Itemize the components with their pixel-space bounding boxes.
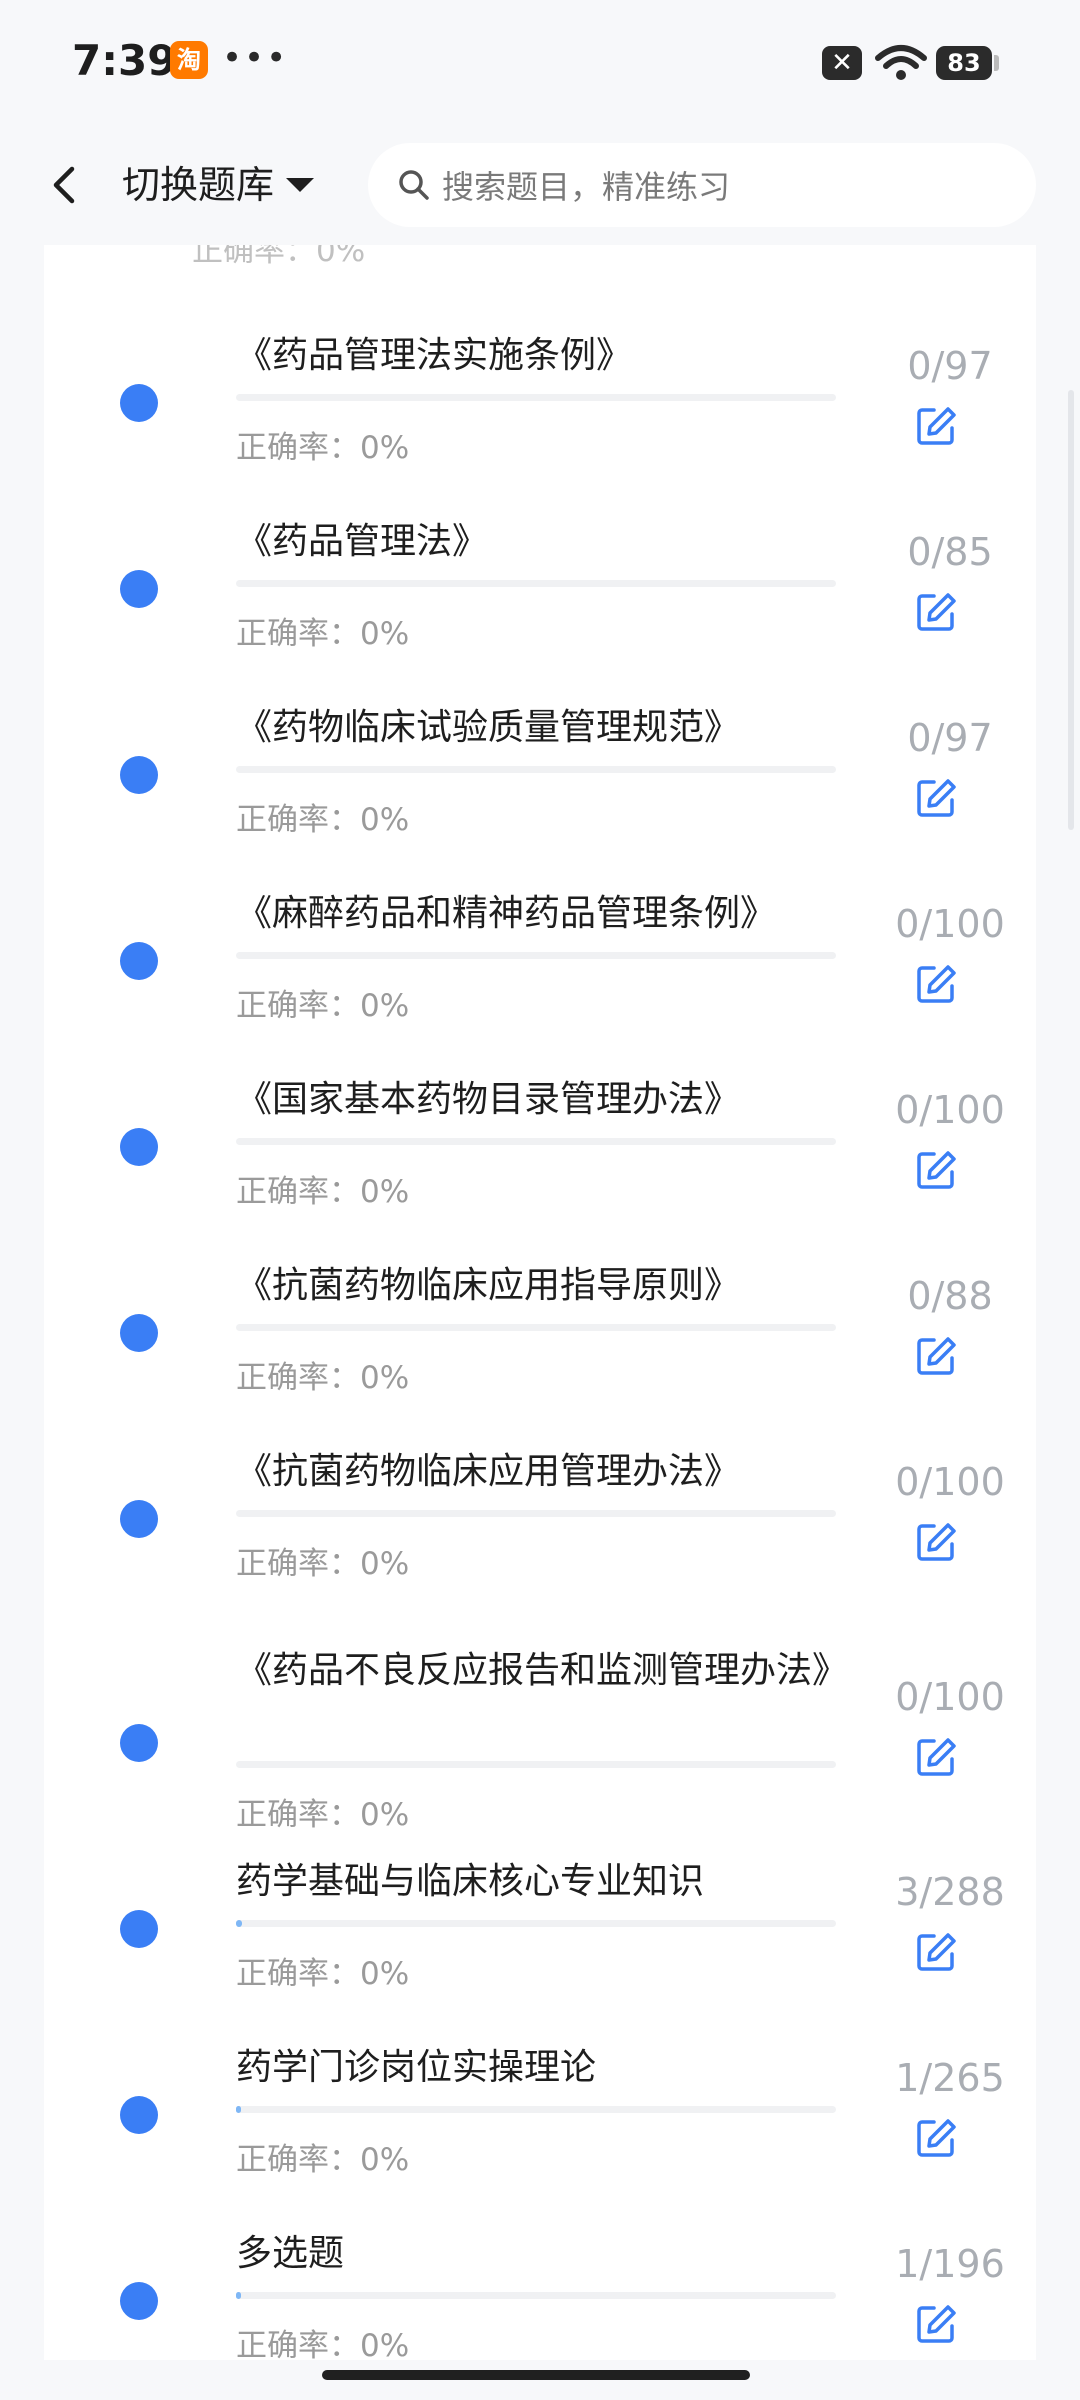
edit-practice-icon[interactable] xyxy=(914,2116,958,2160)
accuracy-rate: 正确率：0% xyxy=(236,1546,410,1582)
item-title: 《抗菌药物临床应用管理办法》 xyxy=(236,1451,741,1492)
question-bank-list: 《药品管理法实施条例》 正确率：0% 0/97 《药品管理法》 正确率：0% 0/85 《药… xyxy=(44,200,1036,2364)
top-bar: 切换题库 搜索题目，精准练习 xyxy=(0,125,1080,245)
accuracy-rate: 正确率：0% xyxy=(236,1174,410,1210)
edit-practice-icon[interactable] xyxy=(914,404,958,448)
item-title: 药学基础与临床核心专业知识 xyxy=(236,1861,705,1902)
progress-bar xyxy=(236,1510,836,1517)
progress-count: 0/100 xyxy=(895,1460,1005,1504)
status-dot xyxy=(120,1910,158,1948)
status-bar: 7:39 淘 ••• ✕ 83 xyxy=(0,0,1080,125)
progress-bar xyxy=(236,1920,836,1927)
progress-count: 0/100 xyxy=(895,902,1005,946)
accuracy-rate: 正确率：0% xyxy=(236,2142,410,2178)
edit-practice-icon[interactable] xyxy=(914,1334,958,1378)
status-time: 7:39 xyxy=(72,36,177,85)
progress-bar xyxy=(236,394,836,401)
progress-bar xyxy=(236,2106,836,2113)
item-title: 《麻醉药品和精神药品管理条例》 xyxy=(236,893,777,934)
switch-question-bank-button[interactable]: 切换题库 xyxy=(122,155,315,215)
progress-bar xyxy=(236,580,836,587)
status-dot xyxy=(120,1500,158,1538)
edit-practice-icon[interactable] xyxy=(914,1148,958,1192)
progress-count: 3/288 xyxy=(895,1870,1005,1914)
progress-bar xyxy=(236,1138,836,1145)
accuracy-rate: 正确率：0% xyxy=(236,1956,410,1992)
edit-practice-icon[interactable] xyxy=(914,776,958,820)
progress-count: 1/265 xyxy=(895,2056,1005,2100)
progress-bar xyxy=(236,1761,836,1768)
edit-practice-icon[interactable] xyxy=(914,2302,958,2346)
caret-down-icon xyxy=(286,178,315,192)
switch-bank-label: 切换题库 xyxy=(122,163,275,207)
accuracy-rate: 正确率：0% xyxy=(236,1360,410,1396)
progress-count: 0/88 xyxy=(907,1274,993,1318)
accuracy-rate: 正确率：0% xyxy=(236,1797,410,1833)
battery-icon: 83 xyxy=(936,46,992,80)
progress-fill xyxy=(236,2106,241,2113)
gesture-bar[interactable] xyxy=(322,2370,750,2380)
progress-fill xyxy=(236,1920,243,1927)
progress-count: 0/97 xyxy=(907,344,993,388)
edit-practice-icon[interactable] xyxy=(914,1930,958,1974)
item-title: 《药物临床试验质量管理规范》 xyxy=(236,707,741,748)
progress-bar xyxy=(236,766,836,773)
scrollbar[interactable] xyxy=(1068,390,1074,830)
progress-bar xyxy=(236,952,836,959)
progress-count: 0/85 xyxy=(907,530,993,574)
status-dot xyxy=(120,2282,158,2320)
edit-practice-icon[interactable] xyxy=(914,1735,958,1779)
edit-practice-icon[interactable] xyxy=(914,962,958,1006)
edit-practice-icon[interactable] xyxy=(914,590,958,634)
item-title: 《抗菌药物临床应用指导原则》 xyxy=(236,1265,741,1306)
accuracy-rate: 正确率：0% xyxy=(236,616,410,652)
item-title: 《药品不良反应报告和监测管理办法》 xyxy=(236,1650,849,1691)
item-title: 多选题 xyxy=(236,2233,345,2274)
battery-tip xyxy=(994,55,999,71)
more-notifications-icon: ••• xyxy=(222,38,289,78)
progress-count: 0/97 xyxy=(907,716,993,760)
item-title: 药学门诊岗位实操理论 xyxy=(236,2047,597,2088)
accuracy-rate: 正确率：0% xyxy=(236,430,410,466)
progress-count: 0/100 xyxy=(895,1088,1005,1132)
item-title: 《药品管理法》 xyxy=(236,521,489,562)
wifi-icon xyxy=(875,45,927,80)
progress-count: 0/100 xyxy=(895,1675,1005,1719)
accuracy-rate: 正确率：0% xyxy=(236,2328,410,2364)
accuracy-rate: 正确率：0% xyxy=(236,988,410,1024)
back-arrow-icon[interactable] xyxy=(44,155,84,215)
progress-bar xyxy=(236,1324,836,1331)
status-dot xyxy=(120,570,158,608)
edit-practice-icon[interactable] xyxy=(914,1520,958,1564)
status-dot xyxy=(120,942,158,980)
accuracy-rate: 正确率：0% xyxy=(236,802,410,838)
status-dot xyxy=(120,1724,158,1762)
status-dot xyxy=(120,384,158,422)
progress-fill xyxy=(236,2292,241,2299)
status-dot xyxy=(120,1314,158,1352)
search-icon xyxy=(399,170,429,200)
item-title: 《国家基本药物目录管理办法》 xyxy=(236,1079,741,1120)
status-dot xyxy=(120,756,158,794)
progress-bar xyxy=(236,2292,836,2299)
taobao-app-icon: 淘 xyxy=(170,41,208,79)
item-title: 《药品管理法实施条例》 xyxy=(236,335,633,376)
network-off-icon: ✕ xyxy=(822,46,862,80)
status-dot xyxy=(120,1128,158,1166)
status-dot xyxy=(120,2096,158,2134)
search-placeholder: 搜索题目，精准练习 xyxy=(442,168,731,206)
search-input[interactable]: 搜索题目，精准练习 xyxy=(368,143,1036,227)
progress-count: 1/196 xyxy=(895,2242,1005,2286)
